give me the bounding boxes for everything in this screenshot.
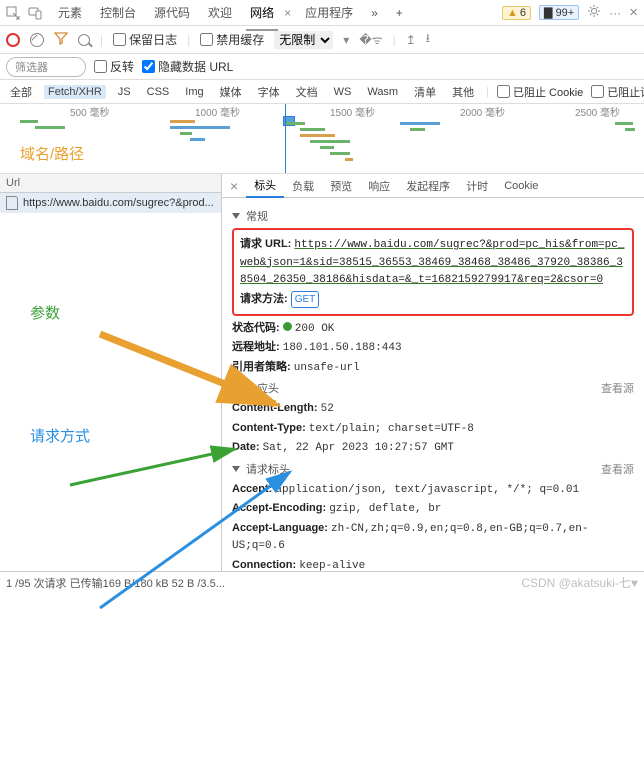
section-response[interactable]: 响应头查看源 [232,380,634,396]
upload-icon[interactable]: ↥ [406,33,416,47]
request-row[interactable]: https://www.baidu.com/sugrec?&prod... [0,193,221,213]
chip-doc[interactable]: 文档 [292,83,322,101]
detail-panel: × 标头 负载 预览 响应 发起程序 计时 Cookie 常规 请求 URL: … [222,174,644,571]
tab-add[interactable]: + [392,4,407,22]
watermark: CSDN @akatsuki-七♥ [521,574,638,591]
dtab-response[interactable]: 响应 [360,175,398,197]
hdr-value: 52 [321,403,334,415]
status-label: 状态代码: [232,322,280,334]
chip-blocked-cookie[interactable]: 已阻止 Cookie [497,84,583,100]
filter-input[interactable]: 筛选器 [6,57,86,77]
status-dot-icon [283,322,292,331]
dtab-preview[interactable]: 预览 [322,175,360,197]
tab-welcome[interactable]: 欢迎 [204,2,236,23]
chip-manifest[interactable]: 清单 [410,83,440,101]
clear-icon[interactable] [30,33,44,47]
headers-body[interactable]: 常规 请求 URL: https://www.baidu.com/sugrec?… [222,198,644,571]
req-method-value: GET [291,291,320,308]
hdr-value: Sat, 22 Apr 2023 10:27:57 GMT [263,442,454,454]
network-toolbar: | 保留日志 | 禁用缓存 无限制 ▾ �​ᯤ | ↥ ⭳ [0,26,644,54]
record-icon[interactable] [6,33,20,47]
chip-wasm[interactable]: Wasm [363,85,402,99]
remote-value: 180.101.50.188:443 [283,342,402,354]
chip-ws[interactable]: WS [330,85,356,99]
document-icon [6,196,18,210]
more-icon[interactable]: ··· [609,6,621,20]
filter-bar: 筛选器 反转 隐藏数据 URL [0,54,644,80]
wf-tick: 1000 毫秒 [195,104,240,119]
tab-overflow[interactable]: » [367,4,382,22]
chip-media[interactable]: 媒体 [216,83,246,101]
chip-img[interactable]: Img [181,85,207,99]
chip-font[interactable]: 字体 [254,83,284,101]
wf-tick: 500 毫秒 [70,104,109,119]
close-tab-icon[interactable]: × [284,6,291,20]
view-source-link-2[interactable]: 查看源 [601,461,634,477]
issues-badge[interactable]: ▇ 99+ [539,5,579,20]
filter-icon[interactable] [54,31,68,48]
main-tabs-bar: 元素 控制台 源代码 欢迎 网络 × 应用程序 » + ▲6 ▇ 99+ ···… [0,0,644,26]
wf-tick: 2000 毫秒 [460,104,505,119]
inspect-icon[interactable] [6,6,20,20]
tab-console[interactable]: 控制台 [96,2,140,23]
remote-label: 远程地址: [232,341,280,353]
disable-cache-checkbox[interactable]: 禁用缓存 [200,31,264,48]
referrer-label: 引用者策略: [232,361,291,373]
dtab-cookies[interactable]: Cookie [496,177,546,195]
wf-tick: 2500 毫秒 [575,104,620,119]
chip-blocked-req[interactable]: 已阻止请求 [591,84,644,100]
hide-dataurl-checkbox[interactable]: 隐藏数据 URL [142,58,233,75]
chip-fetchxhr[interactable]: Fetch/XHR [44,85,106,99]
tab-elements[interactable]: 元素 [54,2,86,23]
close-detail-icon[interactable]: × [222,178,246,194]
type-filter-row: 全部 Fetch/XHR JS CSS Img 媒体 字体 文档 WS Wasm… [0,80,644,104]
req-url-label: 请求 URL: [240,238,291,250]
throttle-select[interactable]: 无限制 [274,31,333,49]
invert-checkbox[interactable]: 反转 [94,58,134,75]
waterfall-overview[interactable]: 500 毫秒 1000 毫秒 1500 毫秒 2000 毫秒 2500 毫秒 [0,104,644,174]
section-request[interactable]: 请求标头查看源 [232,461,634,477]
hdr-value: text/plain; charset=UTF-8 [309,423,474,435]
annotation-box: 请求 URL: https://www.baidu.com/sugrec?&pr… [232,228,634,316]
chip-all[interactable]: 全部 [6,83,36,101]
tab-sources[interactable]: 源代码 [150,2,194,23]
hdr-value: application/json, text/javascript, */*; … [275,484,579,496]
status-value: 200 OK [295,323,335,335]
preserve-log-checkbox[interactable]: 保留日志 [113,31,177,48]
referrer-value: unsafe-url [294,362,360,374]
hdr-value: keep-alive [299,560,365,572]
settings-icon[interactable] [587,4,601,21]
dtab-payload[interactable]: 负载 [284,175,322,197]
hdr-value: gzip, deflate, br [329,503,441,515]
reqlist-header[interactable]: Url [0,174,221,193]
dtab-initiator[interactable]: 发起程序 [398,175,458,197]
request-row-text: https://www.baidu.com/sugrec?&prod... [23,197,214,209]
tab-network[interactable]: 网络 [246,2,278,23]
download-icon[interactable]: ⭳ [426,29,430,50]
chip-js[interactable]: JS [114,85,135,99]
dtab-timing[interactable]: 计时 [458,175,496,197]
wf-tick: 1500 毫秒 [330,104,375,119]
search-icon[interactable] [78,34,90,46]
section-general[interactable]: 常规 [232,208,634,224]
req-url-value: https://www.baidu.com/sugrec?&prod=pc_hi… [240,239,624,286]
chip-css[interactable]: CSS [143,85,174,99]
request-list: Url https://www.baidu.com/sugrec?&prod..… [0,174,222,571]
req-method-label: 请求方法: [240,293,288,305]
chip-other[interactable]: 其他 [448,83,478,101]
warning-badge[interactable]: ▲6 [502,6,531,20]
close-devtools-icon[interactable]: × [629,4,638,21]
tab-application[interactable]: 应用程序 [301,2,357,23]
panel-tabs: 元素 控制台 源代码 欢迎 网络 × 应用程序 » + [54,2,407,23]
device-icon[interactable] [28,6,42,20]
wifi-icon[interactable]: �​ᯤ [359,31,382,48]
detail-tabs: × 标头 负载 预览 响应 发起程序 计时 Cookie [222,174,644,198]
view-source-link[interactable]: 查看源 [601,380,634,396]
dtab-headers[interactable]: 标头 [246,174,284,198]
